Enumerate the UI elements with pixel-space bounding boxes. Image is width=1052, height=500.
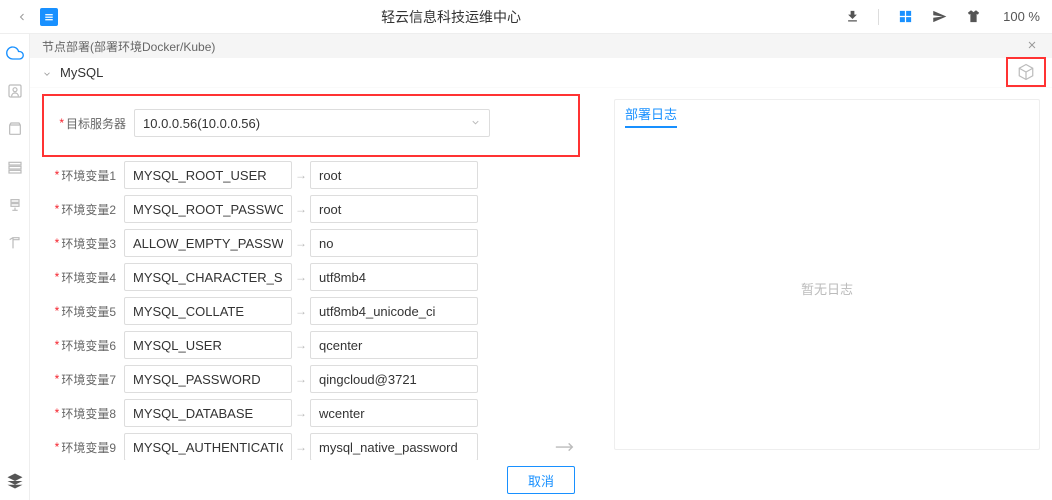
arrow-right-icon: → — [292, 406, 310, 420]
env-key-input[interactable] — [124, 195, 292, 223]
env-value-input[interactable] — [310, 195, 478, 223]
env-row: *环境变量5 → — [42, 297, 580, 325]
env-label: *环境变量3 — [42, 235, 124, 252]
env-label: *环境变量2 — [42, 201, 124, 218]
home-grid-icon[interactable] — [897, 9, 913, 25]
divider — [878, 9, 879, 25]
zoom-level: 100 % — [1003, 9, 1040, 24]
target-server-highlight-box: *目标服务器 10.0.0.56(10.0.0.56) — [42, 94, 580, 157]
app-logo-icon — [40, 8, 58, 26]
env-value-input[interactable] — [310, 365, 478, 393]
target-server-select[interactable]: 10.0.0.56(10.0.0.56) — [134, 109, 490, 137]
env-row: *环境变量4 → — [42, 263, 580, 291]
env-label: *环境变量4 — [42, 269, 124, 286]
nav-cloud-icon[interactable] — [6, 44, 24, 62]
page-title: 轻云信息科技运维中心 — [58, 7, 844, 27]
env-key-input[interactable] — [124, 365, 292, 393]
chevron-down-icon[interactable] — [42, 67, 54, 79]
env-label: *环境变量5 — [42, 303, 124, 320]
env-value-input[interactable] — [310, 263, 478, 291]
env-value-input[interactable] — [310, 433, 478, 460]
env-row: *环境变量1 → — [42, 161, 580, 189]
cube-icon[interactable] — [1017, 63, 1035, 81]
chevron-down-icon — [470, 116, 481, 131]
env-value-input[interactable] — [310, 229, 478, 257]
env-label: *环境变量8 — [42, 405, 124, 422]
arrow-right-icon: → — [292, 236, 310, 250]
arrow-right-icon: → — [292, 304, 310, 318]
env-key-input[interactable] — [124, 263, 292, 291]
env-key-input[interactable] — [124, 433, 292, 460]
env-row: *环境变量8 → — [42, 399, 580, 427]
env-key-input[interactable] — [124, 331, 292, 359]
nav-key-icon[interactable] — [6, 234, 24, 252]
arrow-right-icon: → — [292, 270, 310, 284]
env-row: *环境变量6 → — [42, 331, 580, 359]
env-label: *环境变量9 — [42, 439, 124, 456]
env-row: *环境变量3 → — [42, 229, 580, 257]
add-env-button[interactable] — [550, 437, 580, 457]
nav-database-icon[interactable] — [6, 158, 24, 176]
section-title: MySQL — [60, 65, 103, 80]
arrow-right-icon: → — [292, 372, 310, 386]
tab-deploy-log[interactable]: 部署日志 — [625, 101, 677, 128]
close-icon[interactable] — [1026, 39, 1040, 53]
send-icon[interactable] — [931, 9, 947, 25]
nav-box-icon[interactable] — [6, 120, 24, 138]
env-row: *环境变量7 → — [42, 365, 580, 393]
shirt-icon[interactable] — [965, 9, 981, 25]
arrow-right-icon: → — [292, 440, 310, 454]
download-icon[interactable] — [844, 9, 860, 25]
target-server-label: *目标服务器 — [52, 115, 134, 132]
nav-user-icon[interactable] — [6, 82, 24, 100]
arrow-right-icon: → — [292, 168, 310, 182]
env-key-input[interactable] — [124, 229, 292, 257]
back-button[interactable] — [12, 7, 32, 27]
cancel-button[interactable]: 取消 — [507, 466, 575, 494]
breadcrumb: 节点部署(部署环境Docker/Kube) — [42, 38, 215, 55]
env-value-input[interactable] — [310, 297, 478, 325]
env-key-input[interactable] — [124, 161, 292, 189]
env-row: *环境变量9 → — [42, 433, 580, 460]
env-value-input[interactable] — [310, 161, 478, 189]
nav-layers-icon[interactable] — [6, 472, 24, 490]
arrow-right-icon: → — [292, 202, 310, 216]
env-label: *环境变量7 — [42, 371, 124, 388]
env-label: *环境变量1 — [42, 167, 124, 184]
env-label: *环境变量6 — [42, 337, 124, 354]
env-key-input[interactable] — [124, 399, 292, 427]
env-key-input[interactable] — [124, 297, 292, 325]
nav-stack-icon[interactable] — [6, 196, 24, 214]
env-value-input[interactable] — [310, 399, 478, 427]
target-server-value: 10.0.0.56(10.0.0.56) — [143, 116, 260, 131]
env-value-input[interactable] — [310, 331, 478, 359]
arrow-right-icon: → — [292, 338, 310, 352]
env-row: *环境变量2 → — [42, 195, 580, 223]
cube-highlight-box — [1006, 57, 1046, 87]
log-empty-text: 暂无日志 — [615, 128, 1039, 449]
